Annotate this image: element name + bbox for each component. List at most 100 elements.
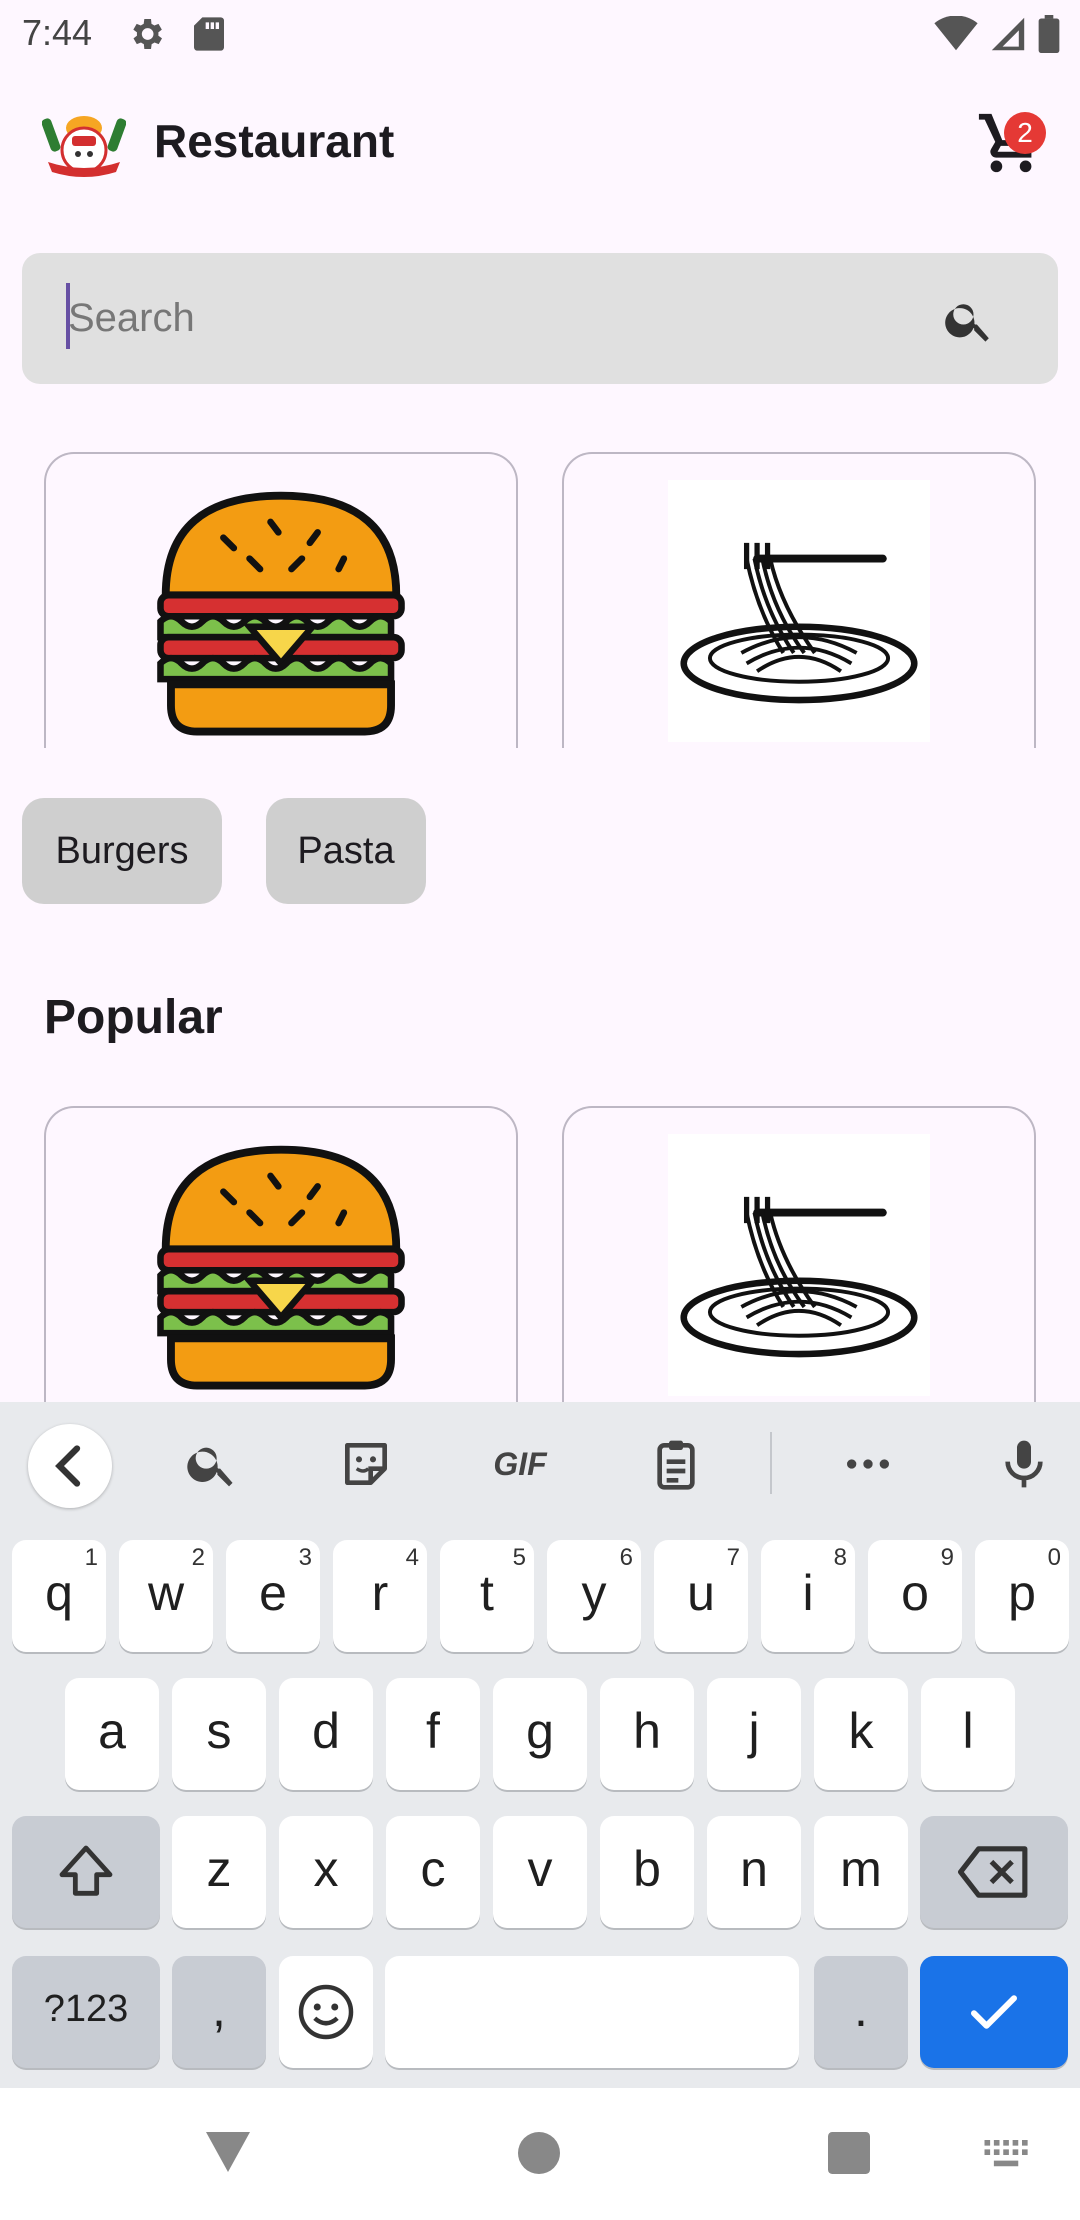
key-hint: 4 <box>405 1544 419 1571</box>
key-q[interactable]: q1 <box>12 1540 106 1652</box>
home-nav-icon[interactable] <box>518 2132 560 2174</box>
key-r[interactable]: r4 <box>333 1540 427 1652</box>
key-f[interactable]: f <box>386 1678 480 1790</box>
key-label: e <box>259 1565 287 1621</box>
key-label: u <box>687 1565 715 1621</box>
key-v[interactable]: v <box>493 1816 587 1928</box>
key-o[interactable]: o9 <box>868 1540 962 1652</box>
key-w[interactable]: w2 <box>119 1540 213 1652</box>
key-n[interactable]: n <box>707 1816 801 1928</box>
key-label: q <box>45 1565 73 1621</box>
app-bar: Restaurant <box>0 90 1080 200</box>
keyboard-back-button[interactable] <box>28 1424 112 1508</box>
key-hint: 0 <box>1047 1544 1061 1571</box>
key-k[interactable]: k <box>814 1678 908 1790</box>
gif-button[interactable]: GIF <box>484 1436 556 1492</box>
key-hint: 3 <box>298 1544 312 1571</box>
restaurant-logo <box>42 116 126 177</box>
symbols-key[interactable]: ?123 <box>12 1956 160 2068</box>
key-hint: 5 <box>512 1544 526 1571</box>
search-input[interactable] <box>68 278 888 358</box>
key-label: o <box>901 1565 929 1621</box>
popular-card-burger[interactable] <box>44 1106 518 1402</box>
chevron-left-icon <box>55 1445 81 1487</box>
key-t[interactable]: t5 <box>440 1540 534 1652</box>
burger-image <box>157 491 405 736</box>
space-key[interactable] <box>385 1956 799 2068</box>
enter-key[interactable] <box>920 1956 1068 2068</box>
key-hint: 9 <box>940 1544 954 1571</box>
sd-card-icon <box>194 17 224 51</box>
app-title: Restaurant <box>154 115 395 167</box>
key-z[interactable]: z <box>172 1816 266 1928</box>
recents-nav-icon[interactable] <box>828 2132 870 2174</box>
settings-icon <box>133 19 162 49</box>
soft-keyboard: GIF q1 w2 e3 r4 t5 y6 u7 i8 o9 p0 a s d … <box>0 1402 1080 2088</box>
period-key[interactable]: . <box>814 1956 908 2068</box>
shift-key[interactable] <box>12 1816 160 1928</box>
popular-card-pasta[interactable] <box>562 1106 1036 1402</box>
key-u[interactable]: u7 <box>654 1540 748 1652</box>
clipboard-icon[interactable] <box>648 1436 704 1492</box>
category-card-burgers[interactable] <box>44 452 518 748</box>
key-hint: 6 <box>619 1544 633 1571</box>
status-bar: 7:44 <box>0 0 1080 66</box>
key-p[interactable]: p0 <box>975 1540 1069 1652</box>
back-nav-icon[interactable] <box>206 2132 250 2172</box>
key-d[interactable]: d <box>279 1678 373 1790</box>
navigation-bar <box>0 2088 1080 2220</box>
key-s[interactable]: s <box>172 1678 266 1790</box>
status-indicators <box>934 14 1060 54</box>
category-chip-burgers[interactable]: Burgers <box>22 798 222 904</box>
key-y[interactable]: y6 <box>547 1540 641 1652</box>
key-h[interactable]: h <box>600 1678 694 1790</box>
key-label: t <box>480 1565 494 1621</box>
popular-section-title: Popular <box>44 991 223 1044</box>
key-label: w <box>147 1565 185 1621</box>
key-hint: 2 <box>191 1544 205 1571</box>
key-b[interactable]: b <box>600 1816 694 1928</box>
more-icon[interactable] <box>840 1436 896 1492</box>
key-l[interactable]: l <box>921 1678 1015 1790</box>
microphone-icon[interactable] <box>996 1436 1052 1492</box>
key-hint: 7 <box>726 1544 740 1571</box>
key-e[interactable]: e3 <box>226 1540 320 1652</box>
key-g[interactable]: g <box>493 1678 587 1790</box>
keyboard-switch-icon[interactable] <box>984 2140 1030 2170</box>
status-time: 7:44 <box>22 12 93 53</box>
key-x[interactable]: x <box>279 1816 373 1928</box>
backspace-key[interactable] <box>920 1816 1068 1928</box>
checkmark-icon <box>971 1995 1017 2029</box>
key-m[interactable]: m <box>814 1816 908 1928</box>
cellular-signal-icon <box>991 17 1025 51</box>
battery-icon <box>1038 15 1060 53</box>
backspace-icon <box>958 1846 1028 1898</box>
key-i[interactable]: i8 <box>761 1540 855 1652</box>
wifi-icon <box>934 16 978 51</box>
search-bar[interactable] <box>22 253 1058 384</box>
search-icon[interactable] <box>942 293 996 347</box>
key-a[interactable]: a <box>65 1678 159 1790</box>
shift-icon <box>59 1845 113 1896</box>
cart-count-badge: 2 <box>1004 112 1046 154</box>
emoji-icon <box>298 1984 354 2040</box>
key-j[interactable]: j <box>707 1678 801 1790</box>
key-hint: 8 <box>833 1544 847 1571</box>
pasta-image <box>668 1134 930 1396</box>
emoji-key[interactable] <box>279 1956 373 2068</box>
key-label: y <box>581 1565 607 1621</box>
key-label: r <box>371 1565 389 1621</box>
comma-key[interactable]: , <box>172 1956 266 2068</box>
search-icon[interactable] <box>184 1436 240 1492</box>
key-label: p <box>1008 1565 1036 1621</box>
burger-image <box>157 1145 405 1390</box>
key-label: i <box>802 1565 814 1621</box>
toolbar-divider <box>770 1432 772 1494</box>
keyboard-toolbar: GIF <box>0 1402 1080 1526</box>
key-hint: 1 <box>84 1544 98 1571</box>
category-chip-pasta[interactable]: Pasta <box>266 798 426 904</box>
pasta-image <box>668 480 930 742</box>
key-c[interactable]: c <box>386 1816 480 1928</box>
sticker-icon[interactable] <box>338 1436 394 1492</box>
category-card-pasta[interactable] <box>562 452 1036 748</box>
